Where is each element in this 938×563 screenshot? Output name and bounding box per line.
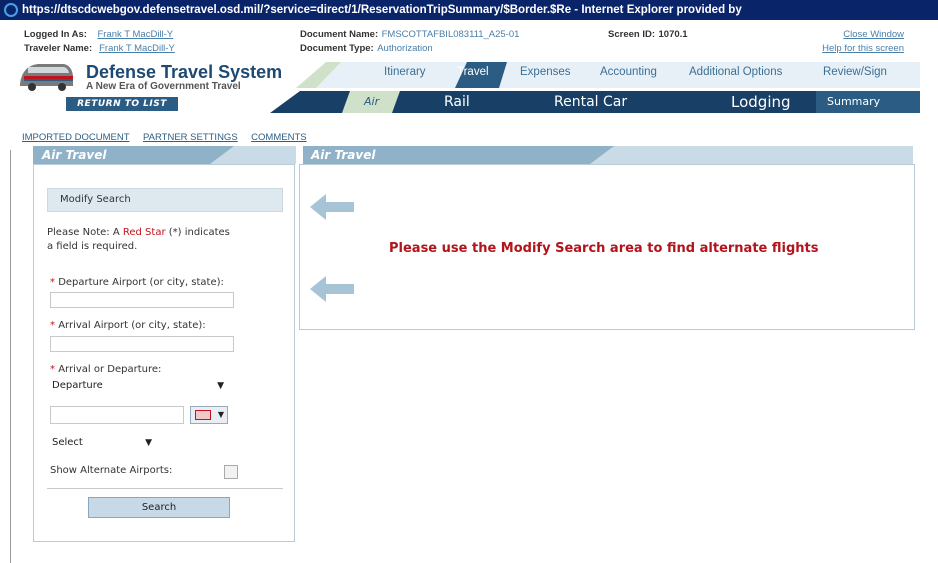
divider [47, 488, 283, 489]
document-type-value: Authorization [377, 43, 433, 54]
chevron-down-icon: ▼ [217, 410, 224, 419]
departure-airport-input[interactable] [50, 292, 234, 308]
help-link[interactable]: Help for this screen [822, 43, 904, 54]
traveler-name-link[interactable]: Frank T MacDill-Y [99, 43, 175, 54]
screen-id-label: Screen ID: [608, 29, 655, 40]
modify-search-panel [33, 164, 295, 542]
arrow-left-icon [310, 194, 354, 220]
arrival-airport-label-row: * Arrival Airport (or city, state): [50, 320, 206, 331]
screen-id-value: 1070.1 [658, 29, 688, 40]
search-button[interactable]: Search [88, 497, 230, 518]
required-star-icon: * [50, 320, 55, 331]
subnav-decoration [270, 91, 420, 113]
departure-airport-label: Departure Airport (or city, state): [58, 277, 224, 288]
time-select[interactable]: Select ▼ [50, 434, 156, 452]
calendar-icon [195, 410, 211, 420]
time-select-value: Select [52, 437, 83, 448]
chevron-down-icon: ▼ [145, 438, 152, 448]
tab-additional-options[interactable]: Additional Options [689, 66, 782, 78]
info-header: Logged In As: Frank T MacDill-Y Traveler… [10, 21, 930, 57]
alternate-airports-checkbox[interactable] [224, 465, 238, 479]
return-to-list-button[interactable]: RETURN TO LIST [66, 97, 178, 111]
note-prefix: Please Note: A [47, 227, 123, 238]
arrival-departure-label: Arrival or Departure: [58, 364, 162, 375]
arrow-left-icon [310, 276, 354, 302]
note-suffix: (*) indicates [165, 227, 230, 238]
document-type-label: Document Type: [300, 43, 374, 54]
left-header-decoration [210, 146, 296, 164]
arrival-departure-select[interactable]: Departure ▼ [50, 378, 228, 396]
app-title: Defense Travel System [86, 62, 283, 82]
right-panel-title: Air Travel [311, 148, 376, 162]
tab-review-sign[interactable]: Review/Sign [823, 66, 887, 78]
partner-settings-link[interactable]: PARTNER SETTINGS [143, 132, 238, 143]
document-links: IMPORTED DOCUMENT PARTNER SETTINGS COMME… [22, 130, 317, 143]
traveler-name-label: Traveler Name: [24, 43, 93, 54]
subtab-air[interactable]: Air [364, 91, 379, 113]
logged-in-user-link[interactable]: Frank T MacDill-Y [97, 29, 173, 40]
note-line-2: a field is required. [47, 241, 138, 252]
subtab-lodging[interactable]: Lodging [731, 91, 791, 113]
subtab-rail[interactable]: Rail [444, 91, 470, 113]
tab-accounting[interactable]: Accounting [600, 66, 657, 78]
window-title: https://dtscdcwebgov.defensetravel.osd.m… [22, 4, 742, 16]
alert-message: Please use the Modify Search area to fin… [389, 241, 819, 256]
required-star-icon: * [50, 277, 55, 288]
window-title-bar: https://dtscdcwebgov.defensetravel.osd.m… [0, 0, 938, 20]
logged-in-label: Logged In As: [24, 29, 87, 40]
arrival-airport-label: Arrival Airport (or city, state): [58, 320, 206, 331]
modify-search-header: Modify Search [47, 188, 283, 212]
page-border [10, 150, 11, 563]
document-name-value: FMSCOTTAFBIL083111_A25-01 [381, 29, 520, 40]
date-input[interactable] [50, 406, 184, 424]
alternate-airports-label: Show Alternate Airports: [50, 465, 173, 476]
departure-airport-label-row: * Departure Airport (or city, state): [50, 277, 224, 288]
arrival-departure-label-row: * Arrival or Departure: [50, 364, 161, 375]
ie-logo-icon [4, 3, 18, 17]
required-note: Please Note: A Red Star (*) indicates [47, 227, 230, 238]
document-name-label: Document Name: [300, 29, 379, 40]
subtab-rental-car[interactable]: Rental Car [554, 91, 627, 113]
note-red-star: Red Star [122, 227, 166, 238]
app-subtitle: A New Era of Government Travel [86, 81, 241, 92]
close-window-link[interactable]: Close Window [843, 29, 904, 40]
right-header-decoration [590, 146, 913, 164]
left-panel-title: Air Travel [42, 148, 107, 162]
tab-travel[interactable]: Travel [457, 66, 489, 78]
tab-itinerary[interactable]: Itinerary [384, 66, 426, 78]
chevron-down-icon: ▼ [217, 381, 224, 391]
subtab-summary[interactable]: Summary [827, 91, 880, 113]
tab-expenses[interactable]: Expenses [520, 66, 571, 78]
comments-link[interactable]: COMMENTS [251, 132, 306, 143]
arrival-airport-input[interactable] [50, 336, 234, 352]
dts-bus-logo-icon [20, 64, 73, 91]
arrival-departure-value: Departure [52, 380, 103, 391]
required-star-icon: * [50, 364, 55, 375]
imported-document-link[interactable]: IMPORTED DOCUMENT [22, 132, 130, 143]
calendar-button[interactable]: ▼ [190, 406, 228, 424]
